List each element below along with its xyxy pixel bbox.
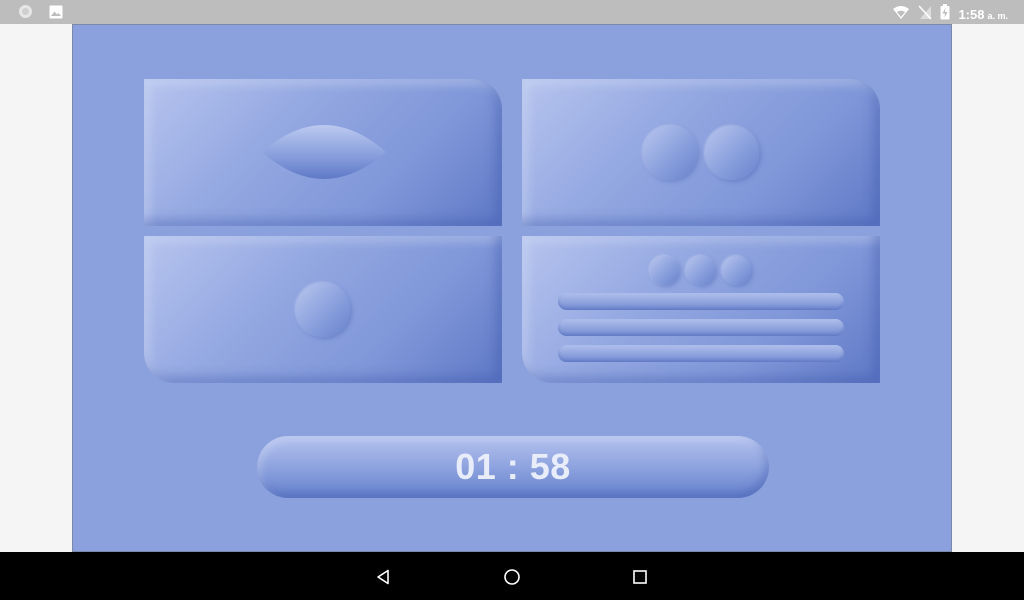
image-notification-icon	[49, 5, 63, 24]
status-time: 1:58	[958, 6, 985, 22]
circle-icon	[705, 126, 759, 180]
timer-text: 01 : 58	[455, 446, 571, 487]
timer-display[interactable]: 01 : 58	[257, 436, 769, 498]
navigation-bar	[0, 552, 1024, 600]
dot-icon	[722, 256, 751, 285]
eye-shape-icon	[262, 125, 386, 179]
app-screen: 01 : 58	[72, 24, 952, 552]
circle-icon	[643, 126, 697, 180]
list-bar	[558, 293, 844, 310]
dot-icon	[686, 256, 715, 285]
list-bar	[558, 345, 844, 362]
status-clock: 1:58 a. m.	[958, 6, 1008, 24]
list-panel[interactable]	[522, 236, 880, 383]
one-circle-panel[interactable]	[144, 236, 502, 383]
circle-icon	[296, 283, 350, 337]
no-signal-icon	[918, 4, 933, 25]
status-ampm: a. m.	[987, 10, 1008, 21]
status-bar: 1:58 a. m.	[0, 0, 1024, 24]
app-notification-icon	[18, 4, 33, 24]
dot-icon	[650, 256, 679, 285]
list-bar	[558, 319, 844, 336]
eye-panel[interactable]	[144, 79, 502, 226]
recents-icon[interactable]	[630, 567, 650, 587]
back-icon[interactable]	[374, 567, 394, 587]
home-icon[interactable]	[502, 567, 522, 587]
two-circles-panel[interactable]	[522, 79, 880, 226]
battery-charging-icon	[940, 4, 950, 25]
wifi-icon	[892, 5, 910, 25]
